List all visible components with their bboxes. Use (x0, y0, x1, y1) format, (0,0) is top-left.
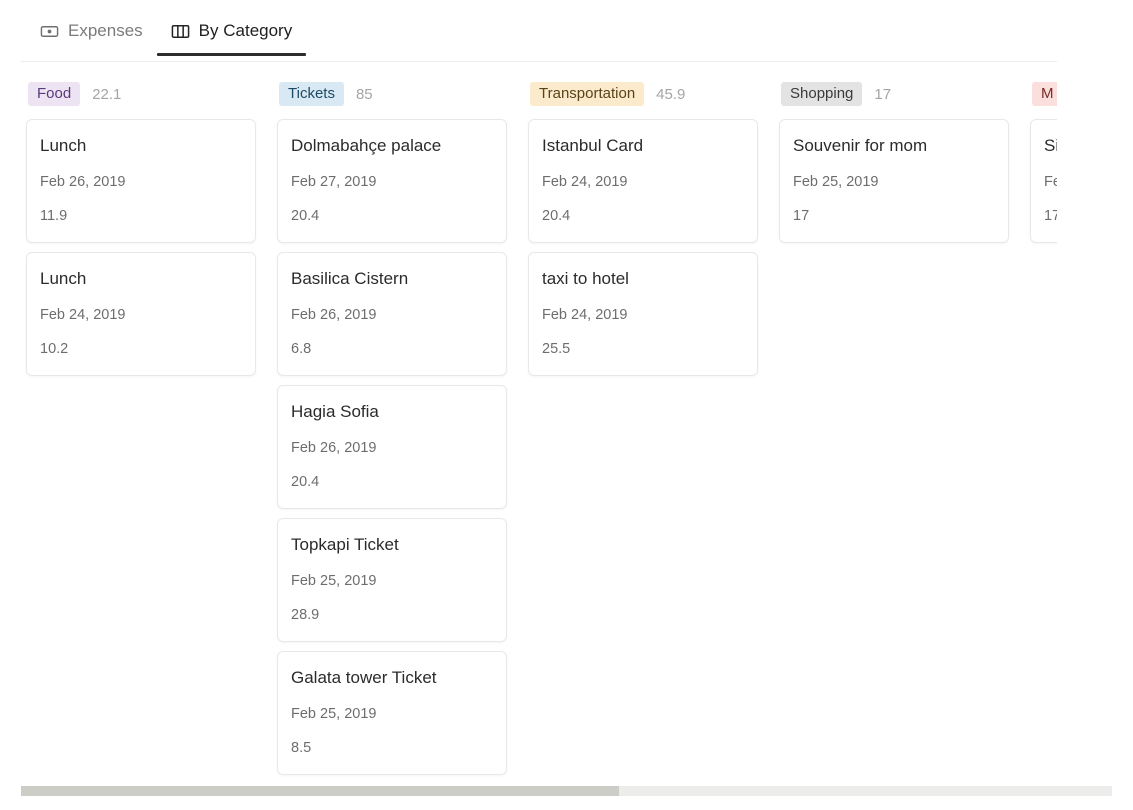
expense-card[interactable]: Basilica Cistern Feb 26, 2019 6.8 (277, 252, 507, 376)
tab-by-category[interactable]: By Category (156, 20, 307, 56)
board-column: Transportation 45.9 Istanbul Card Feb 24, 2… (528, 82, 758, 376)
card-list: Si Fe 17 (1030, 119, 1057, 243)
expense-title: Lunch (40, 136, 87, 155)
expense-title: Si (1044, 136, 1057, 155)
expense-amount: 6.8 (291, 341, 312, 357)
active-tab-indicator (156, 53, 307, 56)
expense-date: Feb 24, 2019 (40, 307, 126, 323)
expense-title: Galata tower Ticket (291, 668, 437, 687)
category-total: 17 (874, 85, 892, 103)
expense-card[interactable]: taxi to hotel Feb 24, 2019 25.5 (528, 252, 758, 376)
board-scroll-viewport[interactable]: Food 22.1 Lunch Feb 26, 2019 11.9 Lunch Feb 24… (0, 62, 1057, 777)
board-columns-icon (171, 22, 190, 41)
expense-card[interactable]: Topkapi Ticket Feb 25, 2019 28.9 (277, 518, 507, 642)
column-header: Tickets 85 (277, 82, 507, 106)
expense-card[interactable]: Hagia Sofia Feb 26, 2019 20.4 (277, 385, 507, 509)
expense-date: Fe (1044, 174, 1057, 190)
column-header: Food 22.1 (26, 82, 256, 106)
category-badge[interactable]: Transportation (530, 82, 645, 106)
expense-title: Hagia Sofia (291, 402, 379, 421)
category-badge[interactable]: Shopping (781, 82, 863, 106)
expense-date: Feb 24, 2019 (542, 174, 628, 190)
expense-date: Feb 25, 2019 (291, 573, 377, 589)
expense-card[interactable]: Galata tower Ticket Feb 25, 2019 8.5 (277, 651, 507, 775)
board-column: Tickets 85 Dolmabahçe palace Feb 27, 2019 20… (277, 82, 507, 775)
expense-title: taxi to hotel (542, 269, 629, 288)
expense-amount: 20.4 (542, 208, 571, 224)
expense-date: Feb 24, 2019 (542, 307, 628, 323)
category-badge[interactable]: Food (28, 82, 81, 106)
category-board: Food 22.1 Lunch Feb 26, 2019 11.9 Lunch Feb 24… (26, 82, 1057, 775)
column-header: Transportation 45.9 (528, 82, 758, 106)
expense-amount: 20.4 (291, 208, 320, 224)
expense-date: Feb 26, 2019 (291, 307, 377, 323)
board-column: M Si Fe 17 (1030, 82, 1057, 243)
tab-list: Expenses By Category (26, 20, 307, 56)
column-header: Shopping 17 (779, 82, 1009, 106)
expense-amount: 17 (1044, 208, 1057, 224)
expense-amount: 20.4 (291, 474, 320, 490)
expense-amount: 10.2 (40, 341, 69, 357)
column-header: M (1030, 82, 1057, 106)
card-list: Lunch Feb 26, 2019 11.9 Lunch Feb 24, 2019 10… (26, 119, 256, 376)
expense-title: Lunch (40, 269, 87, 288)
horizontal-scrollbar-track[interactable] (21, 786, 1112, 796)
expense-date: Feb 25, 2019 (291, 706, 377, 722)
expense-card[interactable]: Lunch Feb 26, 2019 11.9 (26, 119, 256, 243)
expense-card[interactable]: Istanbul Card Feb 24, 2019 20.4 (528, 119, 758, 243)
expense-date: Feb 26, 2019 (40, 174, 126, 190)
category-badge[interactable]: Tickets (279, 82, 344, 106)
expense-amount: 25.5 (542, 341, 571, 357)
board-column: Food 22.1 Lunch Feb 26, 2019 11.9 Lunch Feb 24… (26, 82, 256, 376)
expense-card[interactable]: Lunch Feb 24, 2019 10.2 (26, 252, 256, 376)
card-list: Istanbul Card Feb 24, 2019 20.4 taxi to hot… (528, 119, 758, 376)
expense-amount: 28.9 (291, 607, 320, 623)
expense-title: Dolmabahçe palace (291, 136, 442, 155)
category-total: 45.9 (656, 85, 686, 103)
card-list: Souvenir for mom Feb 25, 2019 17 (779, 119, 1009, 243)
expense-date: Feb 27, 2019 (291, 174, 377, 190)
expense-amount: 17 (793, 208, 810, 224)
expense-date: Feb 25, 2019 (793, 174, 879, 190)
category-total: 85 (355, 85, 373, 103)
banknote-icon (40, 22, 59, 41)
expense-card[interactable]: Si Fe 17 (1030, 119, 1057, 243)
expense-title: Istanbul Card (542, 136, 644, 155)
expense-title: Topkapi Ticket (291, 535, 399, 554)
tab-by-category-label: By Category (198, 21, 293, 40)
category-total: 22.1 (92, 85, 122, 103)
expense-title: Souvenir for mom (793, 136, 928, 155)
expense-amount: 8.5 (291, 740, 312, 756)
category-badge[interactable]: M (1032, 82, 1057, 106)
board-column: Shopping 17 Souvenir for mom Feb 25, 2019 17 (779, 82, 1009, 243)
expense-card[interactable]: Dolmabahçe palace Feb 27, 2019 20.4 (277, 119, 507, 243)
expense-title: Basilica Cistern (291, 269, 409, 288)
card-list: Dolmabahçe palace Feb 27, 2019 20.4 Basilic… (277, 119, 507, 775)
expense-date: Feb 26, 2019 (291, 440, 377, 456)
tab-bar: Expenses By Category (0, 0, 1133, 62)
expense-card[interactable]: Souvenir for mom Feb 25, 2019 17 (779, 119, 1009, 243)
tab-expenses-label: Expenses (68, 21, 143, 40)
tab-expenses[interactable]: Expenses (26, 20, 157, 56)
expense-amount: 11.9 (40, 208, 68, 224)
horizontal-scrollbar-thumb[interactable] (21, 786, 619, 796)
